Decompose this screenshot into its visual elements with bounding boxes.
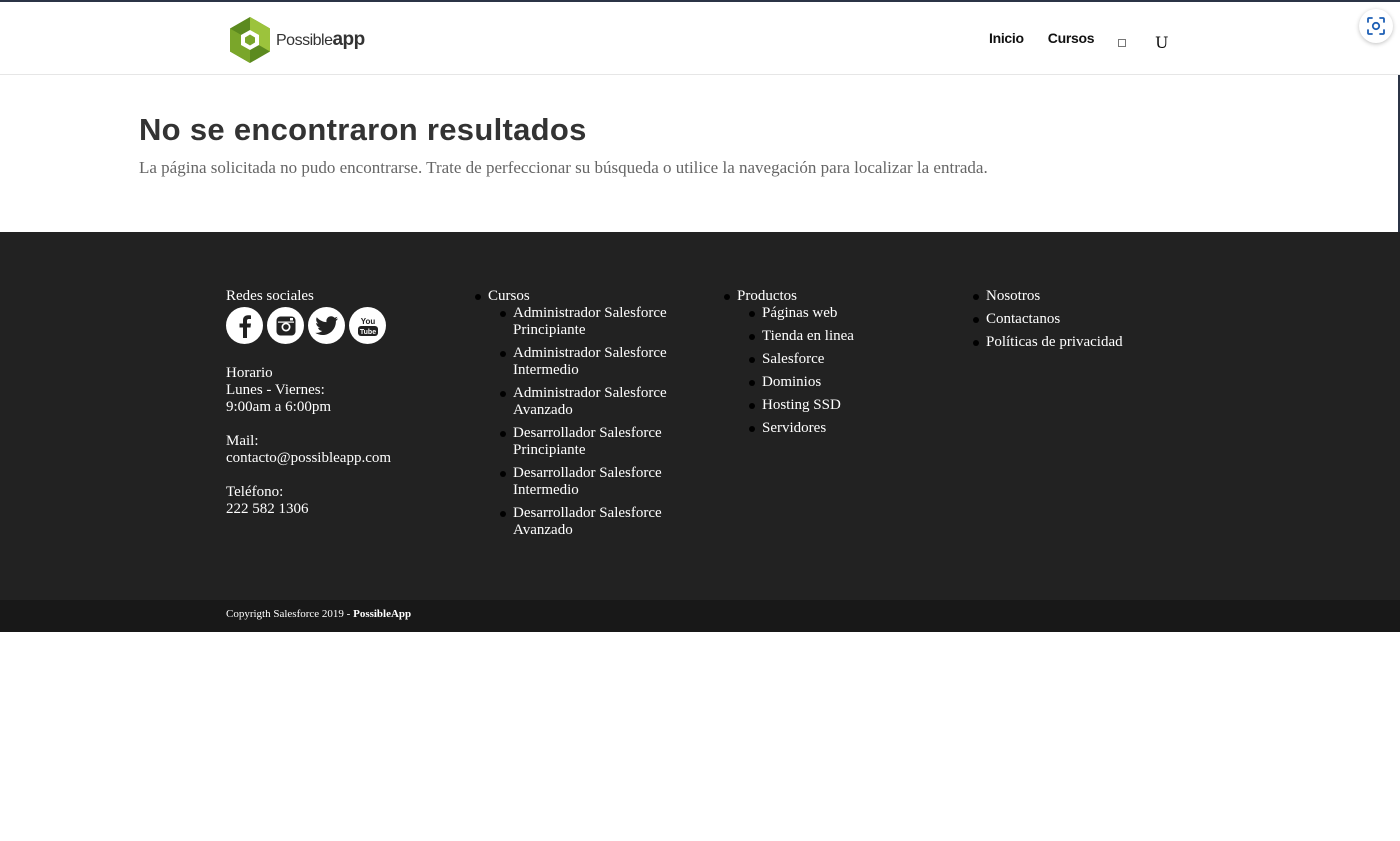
facebook-icon[interactable] xyxy=(226,307,263,344)
footer-products-title[interactable]: Productos xyxy=(737,288,797,304)
schedule-heading: Horario xyxy=(226,365,273,381)
focus-scan-icon xyxy=(1367,17,1385,35)
footer-courses-title[interactable]: Cursos xyxy=(488,288,530,304)
instagram-icon[interactable] xyxy=(267,307,304,344)
phone-block: Teléfono: 222 582 1306 xyxy=(226,484,456,518)
svg-text:You: You xyxy=(360,317,375,326)
courses-list: Administrador Salesforce Principiante Ad… xyxy=(488,305,695,539)
footer-menu-courses: Cursos Administrador Salesforce Principi… xyxy=(475,288,695,539)
copyright-prefix: Copyrigth Salesforce 2019 - xyxy=(226,608,354,620)
product-link[interactable]: Tienda en linea xyxy=(737,328,944,345)
course-link[interactable]: Administrador Salesforce Intermedio xyxy=(488,345,695,379)
not-found-message: La página solicitada no pudo encontrarse… xyxy=(139,158,988,177)
company-link-nosotros[interactable]: Nosotros xyxy=(973,288,1193,305)
schedule-block: Horario Lunes - Viernes: 9:00am a 6:00pm xyxy=(226,365,456,416)
product-link[interactable]: Servidores xyxy=(737,420,944,437)
logo-word-possible: Possible xyxy=(276,32,333,49)
schedule-days: Lunes - Viernes: xyxy=(226,382,325,398)
footer-company-column: Nosotros Contactanos Políticas de privac… xyxy=(973,288,1193,357)
site-header: Possible app Inicio Cursos U xyxy=(0,2,1400,75)
product-link[interactable]: Páginas web xyxy=(737,305,944,322)
youtube-icon[interactable]: You Tube xyxy=(349,307,386,344)
company-link-contactanos[interactable]: Contactanos xyxy=(973,311,1193,328)
copyright-text: Copyrigth Salesforce 2019 - PossibleApp xyxy=(226,608,411,620)
search-toggle-icon[interactable]: U xyxy=(1155,33,1168,52)
course-link[interactable]: Desarrollador Salesforce Principiante xyxy=(488,425,695,459)
phone-value: 222 582 1306 xyxy=(226,501,309,517)
cart-icon[interactable] xyxy=(1118,39,1126,47)
main-navigation: Inicio Cursos xyxy=(989,30,1118,46)
phone-label: Teléfono: xyxy=(226,484,284,500)
mail-label: Mail: xyxy=(226,433,259,449)
site-footer: Redes sociales You Tube Horario Lunes - V… xyxy=(0,232,1400,600)
footer-menu-products: Productos Páginas web Tienda en linea Sa… xyxy=(724,288,944,437)
screen-capture-button[interactable] xyxy=(1359,9,1393,43)
main-content: No se encontraron resultados La página s… xyxy=(0,76,1400,232)
copyright-brand-link[interactable]: PossibleApp xyxy=(353,608,411,620)
course-link[interactable]: Administrador Salesforce Avanzado xyxy=(488,385,695,419)
mail-value[interactable]: contacto@possibleapp.com xyxy=(226,450,456,467)
logo-wordmark: Possible app xyxy=(276,29,365,51)
schedule-hours: 9:00am a 6:00pm xyxy=(226,399,331,415)
product-link[interactable]: Dominios xyxy=(737,374,944,391)
company-link-privacidad[interactable]: Políticas de privacidad xyxy=(973,334,1193,351)
footer-contact-column: Redes sociales You Tube Horario Lunes - V… xyxy=(226,288,456,535)
bottom-bar: Copyrigth Salesforce 2019 - PossibleApp xyxy=(0,600,1400,632)
twitter-icon[interactable] xyxy=(308,307,345,344)
site-logo[interactable]: Possible app xyxy=(228,15,365,65)
footer-products-column: Productos Páginas web Tienda en linea Sa… xyxy=(724,288,944,443)
logo-word-app: app xyxy=(332,29,365,50)
course-link[interactable]: Administrador Salesforce Principiante xyxy=(488,305,695,339)
page-title: No se encontraron resultados xyxy=(139,112,587,147)
course-link[interactable]: Desarrollador Salesforce Intermedio xyxy=(488,465,695,499)
footer-courses-column: Cursos Administrador Salesforce Principi… xyxy=(475,288,695,545)
company-list: Nosotros Contactanos Políticas de privac… xyxy=(973,288,1193,351)
nav-link-cursos[interactable]: Cursos xyxy=(1048,30,1095,46)
hexagon-logo-icon xyxy=(230,17,270,63)
product-link[interactable]: Hosting SSD xyxy=(737,397,944,414)
social-heading: Redes sociales xyxy=(226,288,314,304)
nav-link-inicio[interactable]: Inicio xyxy=(989,30,1024,46)
products-list: Páginas web Tienda en linea Salesforce D… xyxy=(737,305,944,437)
mail-block: Mail: contacto@possibleapp.com xyxy=(226,433,456,467)
social-links: You Tube xyxy=(226,307,456,344)
course-link[interactable]: Desarrollador Salesforce Avanzado xyxy=(488,505,695,539)
product-link[interactable]: Salesforce xyxy=(737,351,944,368)
svg-text:Tube: Tube xyxy=(359,329,375,336)
